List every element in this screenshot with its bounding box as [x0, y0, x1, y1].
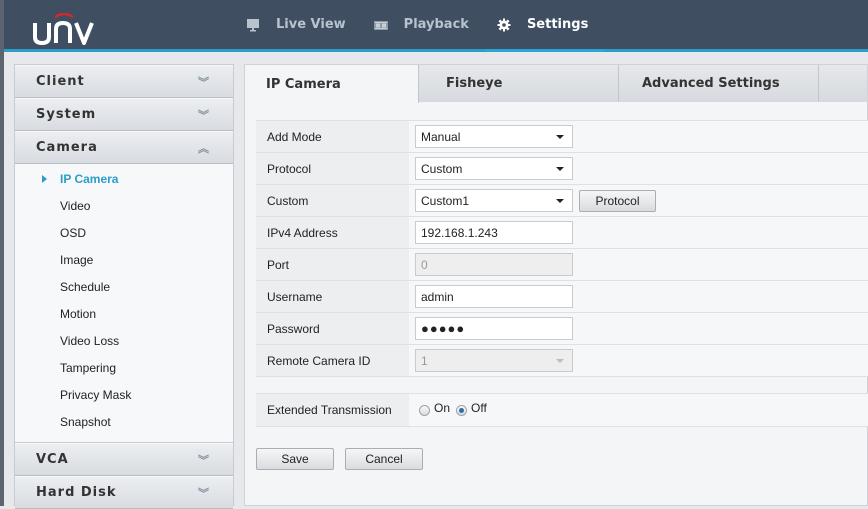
form-row-port: Port 0 [256, 249, 868, 281]
chevron-down-icon: ︾ [198, 108, 209, 122]
password-input[interactable]: ●●●●● [415, 317, 573, 340]
top-header: Live View Playback Settings [4, 0, 868, 52]
add-mode-select[interactable]: Manual [415, 125, 573, 148]
form-row-custom: Custom Custom1 Protocol [256, 185, 868, 217]
extended-transmission-row: Extended Transmission On Off [256, 393, 868, 427]
nav-live-view[interactable]: Live View [234, 0, 362, 49]
window-edge [0, 0, 4, 506]
select-value: 1 [421, 353, 428, 368]
cancel-button[interactable]: Cancel [345, 448, 423, 470]
section-label: System [36, 107, 97, 122]
protocol-select[interactable]: Custom [415, 157, 573, 180]
item-label: IP Camera [60, 172, 119, 186]
section-label: Hard Disk [36, 485, 117, 500]
sidebar-item-privacy-mask[interactable]: Privacy Mask [15, 382, 233, 409]
section-label: Camera [36, 140, 98, 155]
radio-on[interactable] [419, 404, 430, 416]
settings-panel: IP Camera Fisheye Advanced Settings Add … [244, 64, 868, 506]
radio-off-label: Off [471, 401, 487, 415]
form-row-username: Username admin [256, 281, 868, 313]
section-label: VCA [36, 452, 69, 467]
form-row-ipv4: IPv4 Address 192.168.1.243 [256, 217, 868, 249]
nav-playback[interactable]: Playback [362, 0, 485, 49]
field-label: Port [256, 249, 409, 280]
select-value: Custom [421, 161, 463, 176]
radio-off[interactable] [456, 404, 468, 416]
monitor-icon [246, 18, 260, 32]
tab-fisheye[interactable]: Fisheye [419, 65, 619, 102]
select-value: Custom1 [421, 193, 470, 208]
form-actions: Save Cancel [256, 448, 423, 470]
remote-camera-id-select: 1 [415, 349, 573, 372]
sidebar-item-ip-camera[interactable]: IP Camera [15, 166, 233, 193]
sidebar-section-client[interactable]: Client ︾ [15, 65, 233, 98]
field-label: Remote Camera ID [256, 345, 409, 376]
chevron-down-icon: ︾ [198, 453, 209, 467]
nav-label: Live View [276, 17, 346, 32]
sidebar-item-schedule[interactable]: Schedule [15, 274, 233, 301]
dropdown-arrow-icon [556, 167, 564, 171]
form-row-protocol: Protocol Custom [256, 153, 868, 185]
sidebar-item-video-loss[interactable]: Video Loss [15, 328, 233, 355]
dropdown-arrow-icon [556, 359, 564, 363]
ipv4-address-input[interactable]: 192.168.1.243 [415, 221, 573, 244]
sidebar-section-hard-disk[interactable]: Hard Disk ︾ [15, 476, 233, 509]
tab-advanced-settings[interactable]: Advanced Settings [619, 65, 819, 102]
nav-label: Settings [526, 17, 589, 32]
camera-submenu: IP Camera Video OSD Image Schedule Motio… [15, 164, 233, 443]
field-label: Password [256, 313, 409, 344]
sidebar-item-video[interactable]: Video [15, 193, 233, 220]
custom-select[interactable]: Custom1 [415, 189, 573, 212]
sidebar-item-image[interactable]: Image [15, 247, 233, 274]
nav-settings[interactable]: Settings [484, 0, 605, 52]
nav-label: Playback [403, 17, 469, 32]
sidebar-item-osd[interactable]: OSD [15, 220, 233, 247]
chevron-up-icon: ︽ [198, 141, 209, 155]
main-nav: Live View Playback Settings [234, 0, 605, 52]
settings-sidebar: Client ︾ System ︾ Camera ︽ IP Camera Vid… [14, 64, 234, 509]
tab-ip-camera[interactable]: IP Camera [245, 65, 419, 103]
chevron-down-icon: ︾ [198, 486, 209, 500]
section-label: Client [36, 74, 85, 89]
form-row-password: Password ●●●●● [256, 313, 868, 345]
ip-camera-form: Add Mode Manual Protocol Custom Custom C… [256, 120, 868, 377]
sidebar-section-vca[interactable]: VCA ︾ [15, 443, 233, 476]
port-input: 0 [415, 253, 573, 276]
field-label: Add Mode [256, 121, 409, 152]
radio-on-label: On [434, 401, 451, 415]
sidebar-item-motion[interactable]: Motion [15, 301, 233, 328]
field-label: IPv4 Address [256, 217, 409, 248]
tab-bar-filler [819, 65, 867, 102]
sidebar-item-tampering[interactable]: Tampering [15, 355, 233, 382]
field-label: Extended Transmission [256, 394, 409, 426]
save-button[interactable]: Save [256, 448, 334, 470]
dropdown-arrow-icon [556, 135, 564, 139]
unv-logo [31, 11, 101, 47]
sidebar-item-snapshot[interactable]: Snapshot [15, 409, 233, 436]
chevron-down-icon: ︾ [198, 75, 209, 89]
form-row-add-mode: Add Mode Manual [256, 121, 868, 153]
caret-right-icon [42, 175, 47, 183]
film-icon [373, 18, 388, 32]
tab-bar: IP Camera Fisheye Advanced Settings [245, 65, 867, 103]
username-input[interactable]: admin [415, 285, 573, 308]
form-row-remote-camera-id: Remote Camera ID 1 [256, 345, 868, 377]
field-label: Custom [256, 185, 409, 216]
protocol-button[interactable]: Protocol [579, 189, 656, 212]
sidebar-section-camera[interactable]: Camera ︽ [15, 131, 233, 164]
field-label: Username [256, 281, 409, 312]
sidebar-section-system[interactable]: System ︾ [15, 98, 233, 131]
select-value: Manual [421, 129, 461, 144]
gear-icon [497, 18, 511, 32]
field-label: Protocol [256, 153, 409, 184]
dropdown-arrow-icon [556, 199, 564, 203]
